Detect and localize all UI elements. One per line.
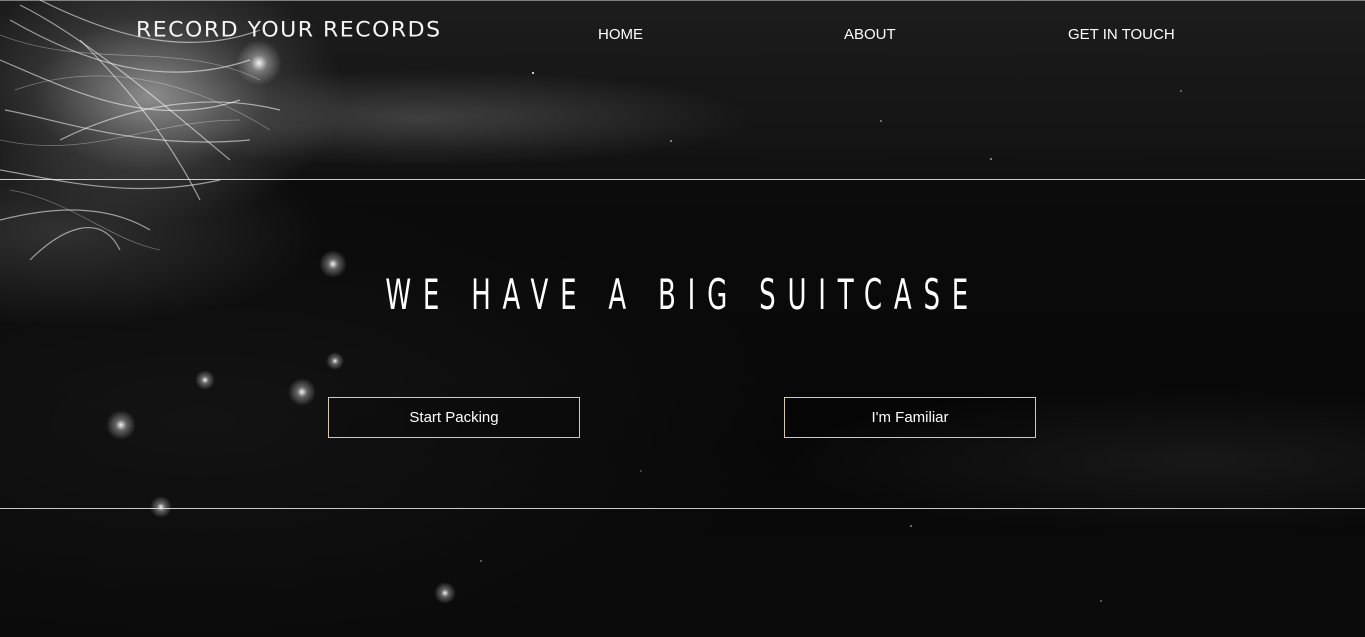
- star-dot: [670, 140, 672, 142]
- im-familiar-button[interactable]: I'm Familiar: [784, 397, 1036, 438]
- im-familiar-label: I'm Familiar: [871, 409, 949, 426]
- page-background: RECORD YOUR RECORDS HOME ABOUT GET IN TO…: [0, 0, 1365, 637]
- nav-get-in-touch-link[interactable]: GET IN TOUCH: [1068, 26, 1175, 43]
- nav-about-link[interactable]: ABOUT: [844, 26, 896, 43]
- star-dot: [990, 158, 992, 160]
- star-dot: [532, 72, 534, 74]
- site-logo[interactable]: RECORD YOUR RECORDS: [136, 19, 442, 43]
- bokeh-light: [236, 40, 282, 86]
- bokeh-light: [106, 410, 136, 440]
- star-dot: [1180, 90, 1182, 92]
- star-dot: [910, 525, 912, 527]
- star-dot: [1100, 600, 1102, 602]
- section-divider-top: [0, 179, 1365, 180]
- nav-home-link[interactable]: HOME: [598, 26, 643, 43]
- bokeh-light: [195, 370, 215, 390]
- star-dot: [480, 560, 482, 562]
- bokeh-light: [434, 582, 456, 604]
- hero-headline: WE HAVE A BIG SUITCASE: [385, 270, 980, 319]
- bokeh-light: [326, 352, 344, 370]
- section-divider-bottom: [0, 508, 1365, 509]
- star-dot: [880, 120, 882, 122]
- start-packing-label: Start Packing: [409, 409, 499, 426]
- bokeh-light: [288, 378, 316, 406]
- star-dot: [640, 470, 642, 472]
- start-packing-button[interactable]: Start Packing: [328, 397, 580, 438]
- bokeh-light: [150, 496, 172, 518]
